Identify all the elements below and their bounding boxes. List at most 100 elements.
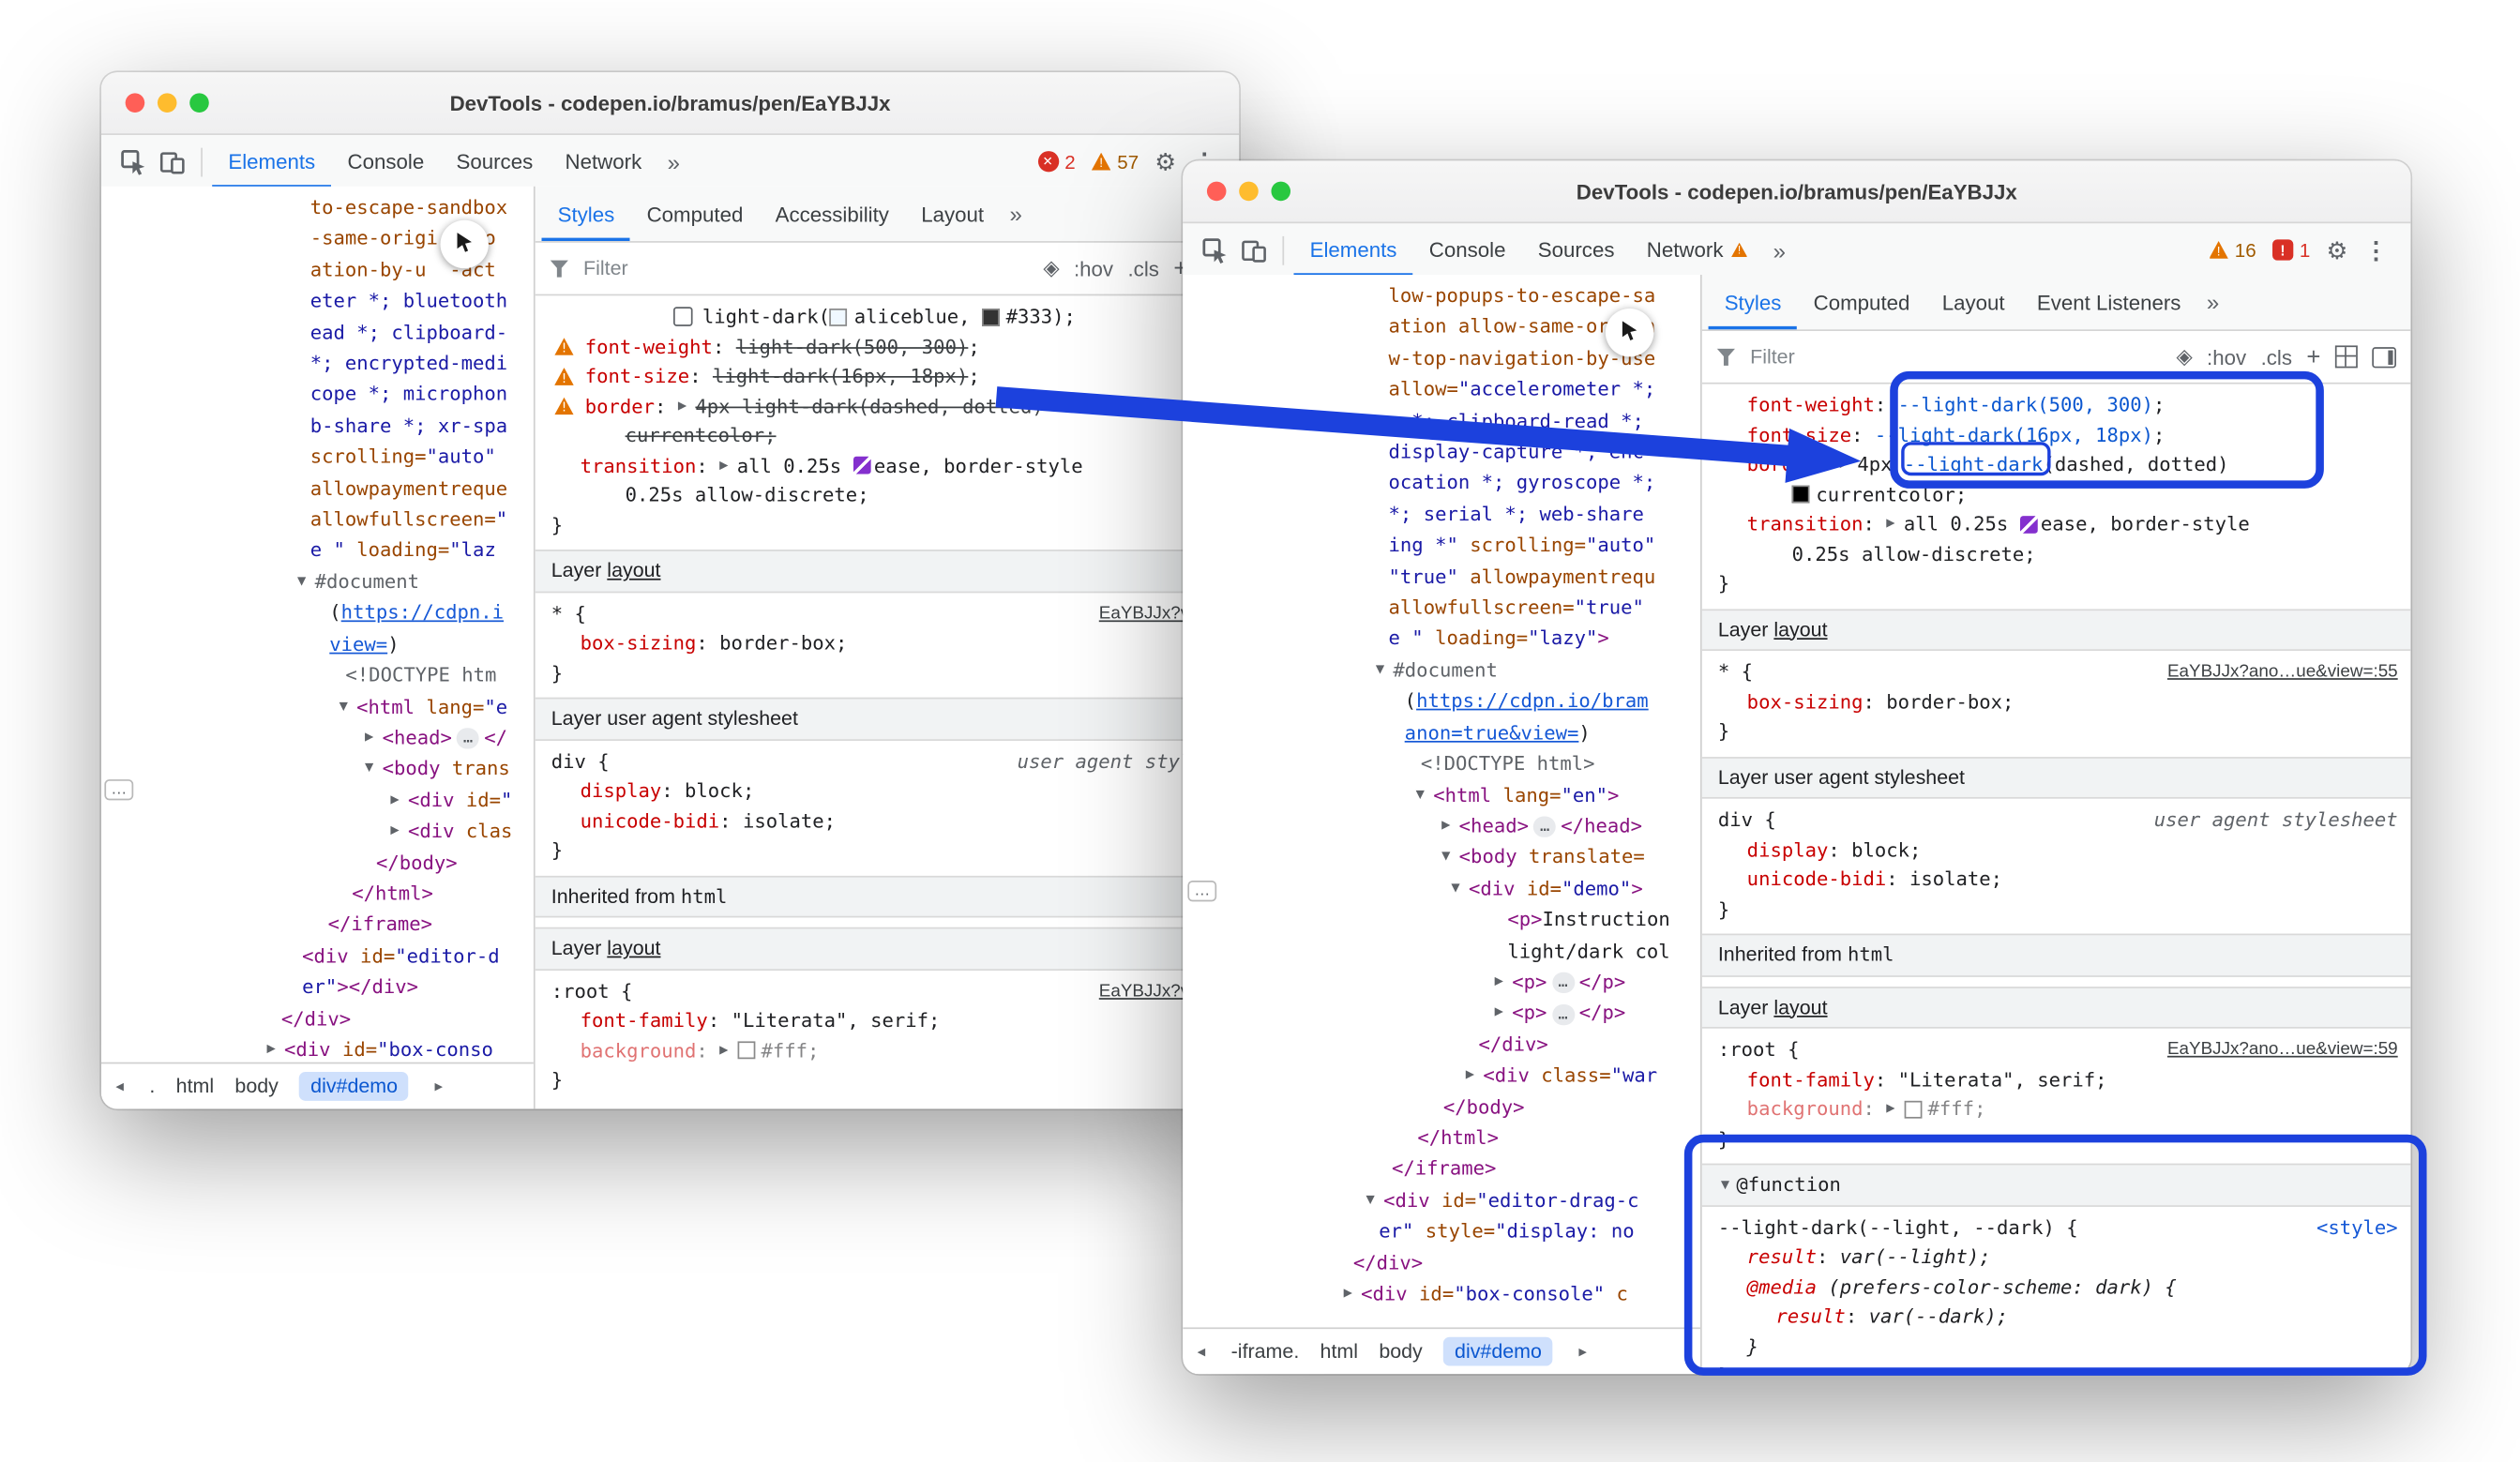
dom-tree-line[interactable]: e " loading="lazy">	[1183, 625, 1700, 656]
tab-layout[interactable]: Layout	[905, 187, 1000, 241]
breadcrumb-item-body[interactable]: body	[234, 1075, 278, 1097]
tab-console[interactable]: Console	[1413, 223, 1522, 277]
dom-tree-line[interactable]: view=)	[101, 629, 534, 660]
breadcrumb-item--iframe-[interactable]: -iframe.	[1231, 1340, 1300, 1363]
style-declaration-line[interactable]: Layer user agent stylesheet	[536, 698, 1240, 740]
style-declaration-line[interactable]: currentcolor;	[1702, 480, 2411, 510]
style-declaration-line[interactable]: Layer layout	[1702, 609, 2411, 651]
console-errors-badge[interactable]: ✕ 2	[1037, 150, 1076, 173]
stylesheet-source-link[interactable]: EaYBJJx?ano…ue&view=:55	[2167, 657, 2410, 687]
dom-tree-line[interactable]: allowfullscreen="true"	[1183, 593, 1700, 624]
dom-tree-line[interactable]: *; encrypted-medi	[101, 349, 534, 380]
dom-tree-line[interactable]: display-capture *; enc	[1183, 437, 1700, 468]
dom-tree-line[interactable]: ▼ #document	[101, 567, 534, 598]
breadcrumb-item-div#demo[interactable]: div#demo	[1443, 1337, 1553, 1366]
style-declaration-line[interactable]: Layer layout	[536, 550, 1240, 592]
more-tabs-icon[interactable]: »	[1000, 201, 1032, 226]
dom-tree-line[interactable]: </iframe>	[1183, 1154, 1700, 1185]
style-declaration-line[interactable]: }	[1702, 1361, 2411, 1374]
style-declaration-line[interactable]: !font-weight: light-dark(500, 300);	[536, 332, 1240, 362]
dock-sidebar-icon[interactable]	[2372, 346, 2396, 367]
dom-tree-line[interactable]: </div>	[1183, 1030, 1700, 1061]
layer-link[interactable]: layout	[607, 556, 660, 586]
titlebar[interactable]: DevTools - codepen.io/bramus/pen/EaYBJJx	[101, 72, 1239, 135]
style-declaration-line[interactable]: * {EaYBJJx?view=	[536, 598, 1240, 628]
device-toolbar-icon[interactable]	[1234, 231, 1273, 269]
dom-tree-line[interactable]: ▼ <div id="editor-drag-c	[1183, 1185, 1700, 1216]
style-declaration-line[interactable]: 0.25s allow-discrete;	[1702, 539, 2411, 569]
inspect-icon[interactable]	[114, 143, 153, 181]
toggle-hover-state-button[interactable]: :hov	[1074, 256, 1113, 280]
more-tabs-icon[interactable]: »	[1763, 237, 1795, 263]
style-declaration-line[interactable]: }	[1702, 1332, 2411, 1362]
color-swatch-333[interactable]	[982, 309, 1000, 326]
style-declaration-line[interactable]: currentcolor;	[536, 421, 1240, 451]
crumb-scroll-left-icon[interactable]: ◂	[1192, 1343, 1210, 1361]
style-declaration-line[interactable]: Inherited from html	[1702, 934, 2411, 976]
toggle-hover-state-button[interactable]: :hov	[2207, 345, 2246, 369]
minimize-button[interactable]	[1239, 182, 1259, 202]
style-declaration-line[interactable]: --light-dark(--light, --dark) {<style>	[1702, 1213, 2411, 1243]
color-swatch-aliceblue[interactable]	[830, 309, 848, 326]
dom-tree-line[interactable]: *; serial *; web-share	[1183, 500, 1700, 531]
style-declaration-line[interactable]: * {EaYBJJx?ano…ue&view=:55	[1702, 657, 2411, 687]
breadcrumb-item--[interactable]: .	[149, 1075, 155, 1097]
dom-tree-line[interactable]: ▼ <body trans	[101, 754, 534, 785]
console-warnings-badge[interactable]: ! 16	[2209, 238, 2256, 261]
style-declaration-line[interactable]: ▼ @function	[1702, 1164, 2411, 1206]
issues-badge[interactable]: ! 1	[2272, 238, 2311, 261]
declaration-checkbox[interactable]	[673, 308, 693, 327]
dom-tree-line[interactable]: to-escape-sandbox	[101, 193, 534, 224]
document-url-link[interactable]: https://cdpn.io/bram	[1416, 686, 1649, 717]
style-declaration-line[interactable]: :root {EaYBJJx?view=	[536, 976, 1240, 1006]
kebab-menu-icon[interactable]: ⋮	[2364, 235, 2389, 264]
dom-tree-line[interactable]: <!DOCTYPE html>	[1183, 749, 1700, 780]
titlebar[interactable]: DevTools - codepen.io/bramus/pen/EaYBJJx	[1183, 160, 2410, 223]
style-declaration-line[interactable]: }	[536, 658, 1240, 688]
style-declaration-line[interactable]: unicode-bidi: isolate;	[536, 806, 1240, 836]
dom-tree-line[interactable]: ▶ <p>…</p>	[1183, 999, 1700, 1030]
style-declaration-line[interactable]: @media (prefers-color-scheme: dark) {	[1702, 1272, 2411, 1302]
crumb-scroll-right-icon[interactable]: ▸	[430, 1078, 447, 1095]
dom-tree-line[interactable]: allowpaymentreque	[101, 474, 534, 505]
dom-tree-line[interactable]: </html>	[101, 879, 534, 910]
style-declaration-line[interactable]: }	[536, 510, 1240, 540]
grid-icon[interactable]	[2335, 345, 2358, 368]
dom-tree-line[interactable]: (https://cdpn.io/bram	[1183, 686, 1700, 717]
tab-event-listeners[interactable]: Event Listeners	[2021, 275, 2197, 329]
style-declaration-line[interactable]: }	[1702, 716, 2411, 746]
style-declaration-line[interactable]: 0.25s allow-discrete;	[536, 480, 1240, 510]
tab-layout[interactable]: Layout	[1926, 275, 2021, 329]
more-ellipsis-button[interactable]: …	[1187, 881, 1216, 901]
style-declaration-line[interactable]: box-sizing: border-box;	[536, 628, 1240, 658]
style-declaration-line[interactable]: border: ▶ 4px --light-dark(dashed, dotte…	[1702, 450, 2411, 480]
style-declaration-line[interactable]: background: ▶ #fff;	[536, 1035, 1240, 1065]
dom-tree-line[interactable]: er"></div>	[101, 972, 534, 1003]
dom-tree-line[interactable]: scrolling="auto"	[101, 443, 534, 474]
tab-accessibility[interactable]: Accessibility	[759, 187, 905, 241]
device-toolbar-icon[interactable]	[153, 143, 191, 181]
style-declaration-line[interactable]: !border: ▶ 4px light-dark(dashed, dotted…	[536, 391, 1240, 421]
dom-tree-line[interactable]: light/dark col	[1183, 936, 1700, 967]
more-tabs-icon[interactable]: »	[657, 149, 689, 174]
dom-tree-line[interactable]: </body>	[1183, 1092, 1700, 1123]
toggle-class-button[interactable]: .cls	[1127, 256, 1158, 280]
dom-tree-line[interactable]: (https://cdpn.i	[101, 598, 534, 629]
dom-tree-line[interactable]: ing *" scrolling="auto"	[1183, 531, 1700, 562]
dom-tree-line[interactable]: ocation *; gyroscope *;	[1183, 468, 1700, 499]
style-declaration-line[interactable]: div {user agent stylesh	[536, 746, 1240, 776]
style-declaration-line[interactable]: result: var(--light);	[1702, 1243, 2411, 1273]
style-declaration-line[interactable]: transition: ▶ all 0.25s ease, border-sty…	[1702, 509, 2411, 539]
dom-tree-line[interactable]: e " loading="laz	[101, 535, 534, 566]
settings-gear-icon[interactable]: ⚙	[2327, 235, 2348, 264]
breadcrumb-item-html[interactable]: html	[176, 1075, 214, 1097]
breadcrumb-item-html[interactable]: html	[1320, 1340, 1358, 1363]
breadcrumb-item-body[interactable]: body	[1379, 1340, 1422, 1363]
dom-tree-line[interactable]: cope *; microphon	[101, 380, 534, 411]
tab-computed[interactable]: Computed	[1798, 275, 1926, 329]
style-declaration-line[interactable]: font-family: "Literata", serif;	[1702, 1064, 2411, 1094]
dom-tree-line[interactable]: er" style="display: no	[1183, 1217, 1700, 1248]
dom-tree-line[interactable]: ▶ <div class="war	[1183, 1061, 1700, 1092]
style-declaration-line[interactable]: font-size: --light-dark(16px, 18px);	[1702, 420, 2411, 450]
style-declaration-line[interactable]: Layer layout	[536, 927, 1240, 970]
